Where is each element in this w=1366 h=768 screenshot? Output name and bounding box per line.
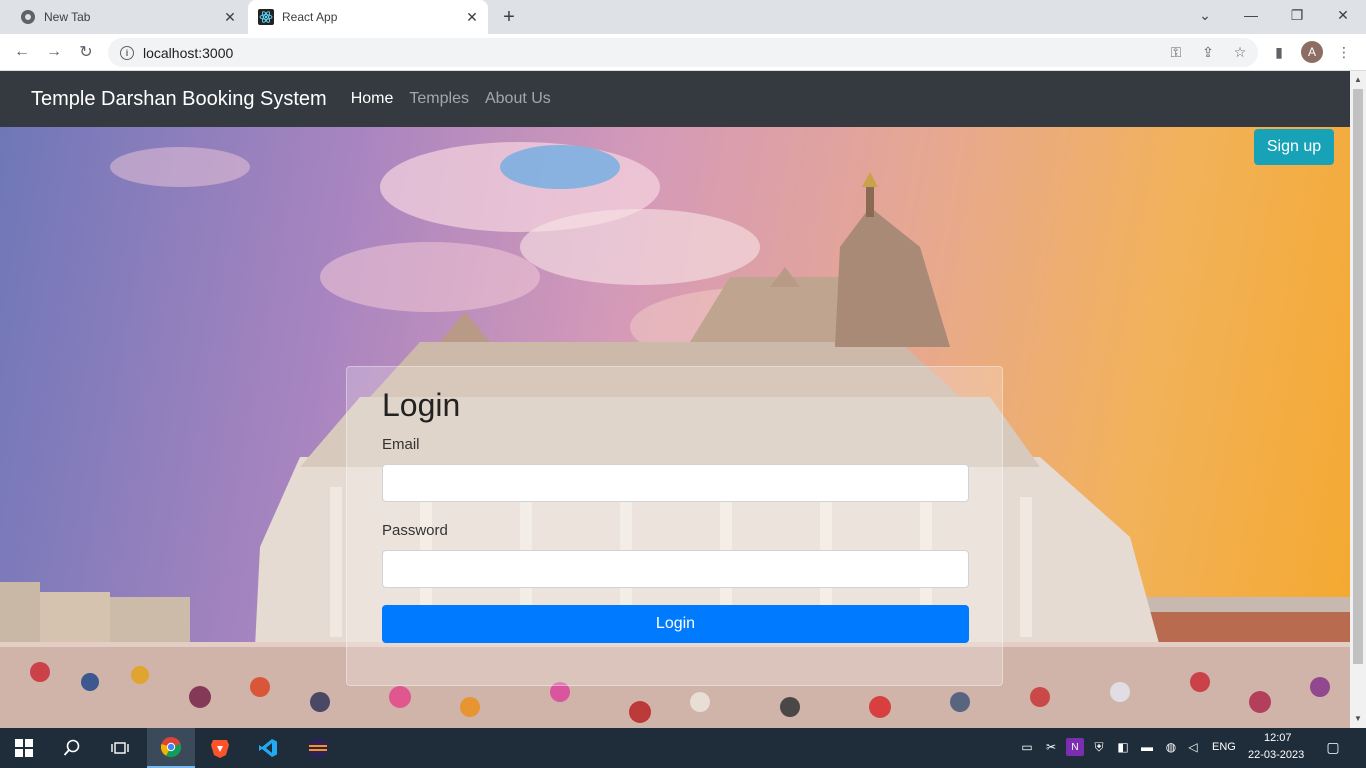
windows-start-icon[interactable] bbox=[0, 728, 48, 768]
reload-icon[interactable]: ↻ bbox=[74, 40, 98, 64]
info-icon[interactable]: i bbox=[120, 45, 134, 60]
address-bar[interactable]: i localhost:3000 bbox=[108, 38, 1258, 67]
windows-taskbar: ▭ ✂ N ⛨ ◧ ▬ ◍ ◁ ENG 12:07 22-03-2023 ▢ bbox=[0, 728, 1366, 768]
web-page: Temple Darshan Booking System Home Templ… bbox=[0, 71, 1350, 728]
tab-react-app[interactable]: React App ✕ bbox=[248, 0, 488, 34]
tab-title: React App bbox=[282, 10, 338, 24]
display-icon[interactable]: ▭ bbox=[1018, 738, 1036, 756]
hero-background: Sign up Login Email Password Login bbox=[0, 127, 1350, 728]
nav-link-home[interactable]: Home bbox=[351, 90, 394, 108]
window-close-button[interactable]: ✕ bbox=[1320, 0, 1366, 30]
restore-button[interactable]: ❐ bbox=[1274, 0, 1320, 30]
tab-search-icon[interactable]: ⌄ bbox=[1182, 0, 1228, 30]
bookmark-star-icon[interactable]: ☆ bbox=[1230, 42, 1250, 62]
password-label: Password bbox=[382, 522, 448, 539]
browser-tab-strip: New Tab ✕ React App ✕ + ⌄ — ❐ ✕ bbox=[0, 0, 1366, 34]
more-menu-icon[interactable]: ⋮ bbox=[1334, 42, 1354, 62]
tab-title: New Tab bbox=[44, 10, 91, 24]
globe-icon[interactable]: ◍ bbox=[1162, 738, 1180, 756]
sign-up-button[interactable]: Sign up bbox=[1254, 129, 1334, 165]
close-icon[interactable]: ✕ bbox=[220, 7, 240, 27]
login-card: Login Email Password Login bbox=[346, 366, 1003, 686]
minimize-button[interactable]: — bbox=[1228, 0, 1274, 30]
react-icon bbox=[258, 9, 274, 25]
login-button[interactable]: Login bbox=[382, 605, 969, 643]
eclipse-icon[interactable] bbox=[294, 728, 342, 768]
nav-link-about-us[interactable]: About Us bbox=[485, 90, 551, 108]
scroll-thumb[interactable] bbox=[1353, 89, 1363, 664]
clock-time[interactable]: 12:07 bbox=[1264, 732, 1292, 744]
meet-now-icon[interactable]: ◧ bbox=[1114, 738, 1132, 756]
clock-date[interactable]: 22-03-2023 bbox=[1248, 749, 1304, 761]
vscode-icon[interactable] bbox=[244, 728, 292, 768]
chrome-icon bbox=[20, 9, 36, 25]
notification-icon[interactable]: ▢ bbox=[1324, 738, 1342, 756]
nav-link-temples[interactable]: Temples bbox=[409, 90, 469, 108]
side-panel-icon[interactable]: ▮ bbox=[1269, 42, 1289, 62]
navbar: Temple Darshan Booking System Home Templ… bbox=[0, 71, 1350, 127]
volume-icon[interactable]: ◁ bbox=[1184, 738, 1202, 756]
email-label: Email bbox=[382, 436, 420, 453]
tab-new-tab[interactable]: New Tab ✕ bbox=[8, 0, 246, 34]
close-icon[interactable]: ✕ bbox=[462, 7, 482, 27]
language-indicator[interactable]: ENG bbox=[1212, 741, 1236, 753]
avatar[interactable]: A bbox=[1301, 41, 1323, 63]
url-text: localhost:3000 bbox=[143, 44, 234, 61]
new-tab-button[interactable]: + bbox=[498, 6, 520, 28]
forward-icon[interactable]: → bbox=[42, 40, 66, 64]
scroll-down-icon[interactable]: ▼ bbox=[1354, 714, 1362, 723]
onenote-icon[interactable]: N bbox=[1066, 738, 1084, 756]
search-icon[interactable] bbox=[48, 728, 96, 768]
back-icon[interactable]: ← bbox=[10, 40, 34, 64]
share-icon[interactable]: ⇪ bbox=[1198, 42, 1218, 62]
brave-icon[interactable] bbox=[196, 728, 244, 768]
key-icon[interactable]: ⚿ bbox=[1166, 42, 1186, 62]
email-field[interactable] bbox=[382, 464, 969, 502]
page-scrollbar[interactable]: ▲ ▼ bbox=[1350, 71, 1366, 728]
battery-icon[interactable]: ▬ bbox=[1138, 738, 1156, 756]
network-off-icon[interactable]: ✂ bbox=[1042, 738, 1060, 756]
security-shield-icon[interactable]: ⛨ bbox=[1090, 738, 1108, 756]
task-view-icon[interactable] bbox=[96, 728, 144, 768]
password-field[interactable] bbox=[382, 550, 969, 588]
login-title: Login bbox=[382, 387, 461, 423]
scroll-up-icon[interactable]: ▲ bbox=[1354, 75, 1362, 84]
chrome-taskbar-icon[interactable] bbox=[147, 728, 195, 768]
navbar-brand[interactable]: Temple Darshan Booking System bbox=[31, 88, 327, 111]
address-toolbar: ← → ↻ i localhost:3000 ⚿ ⇪ ☆ ▮ A ⋮ bbox=[0, 34, 1366, 71]
